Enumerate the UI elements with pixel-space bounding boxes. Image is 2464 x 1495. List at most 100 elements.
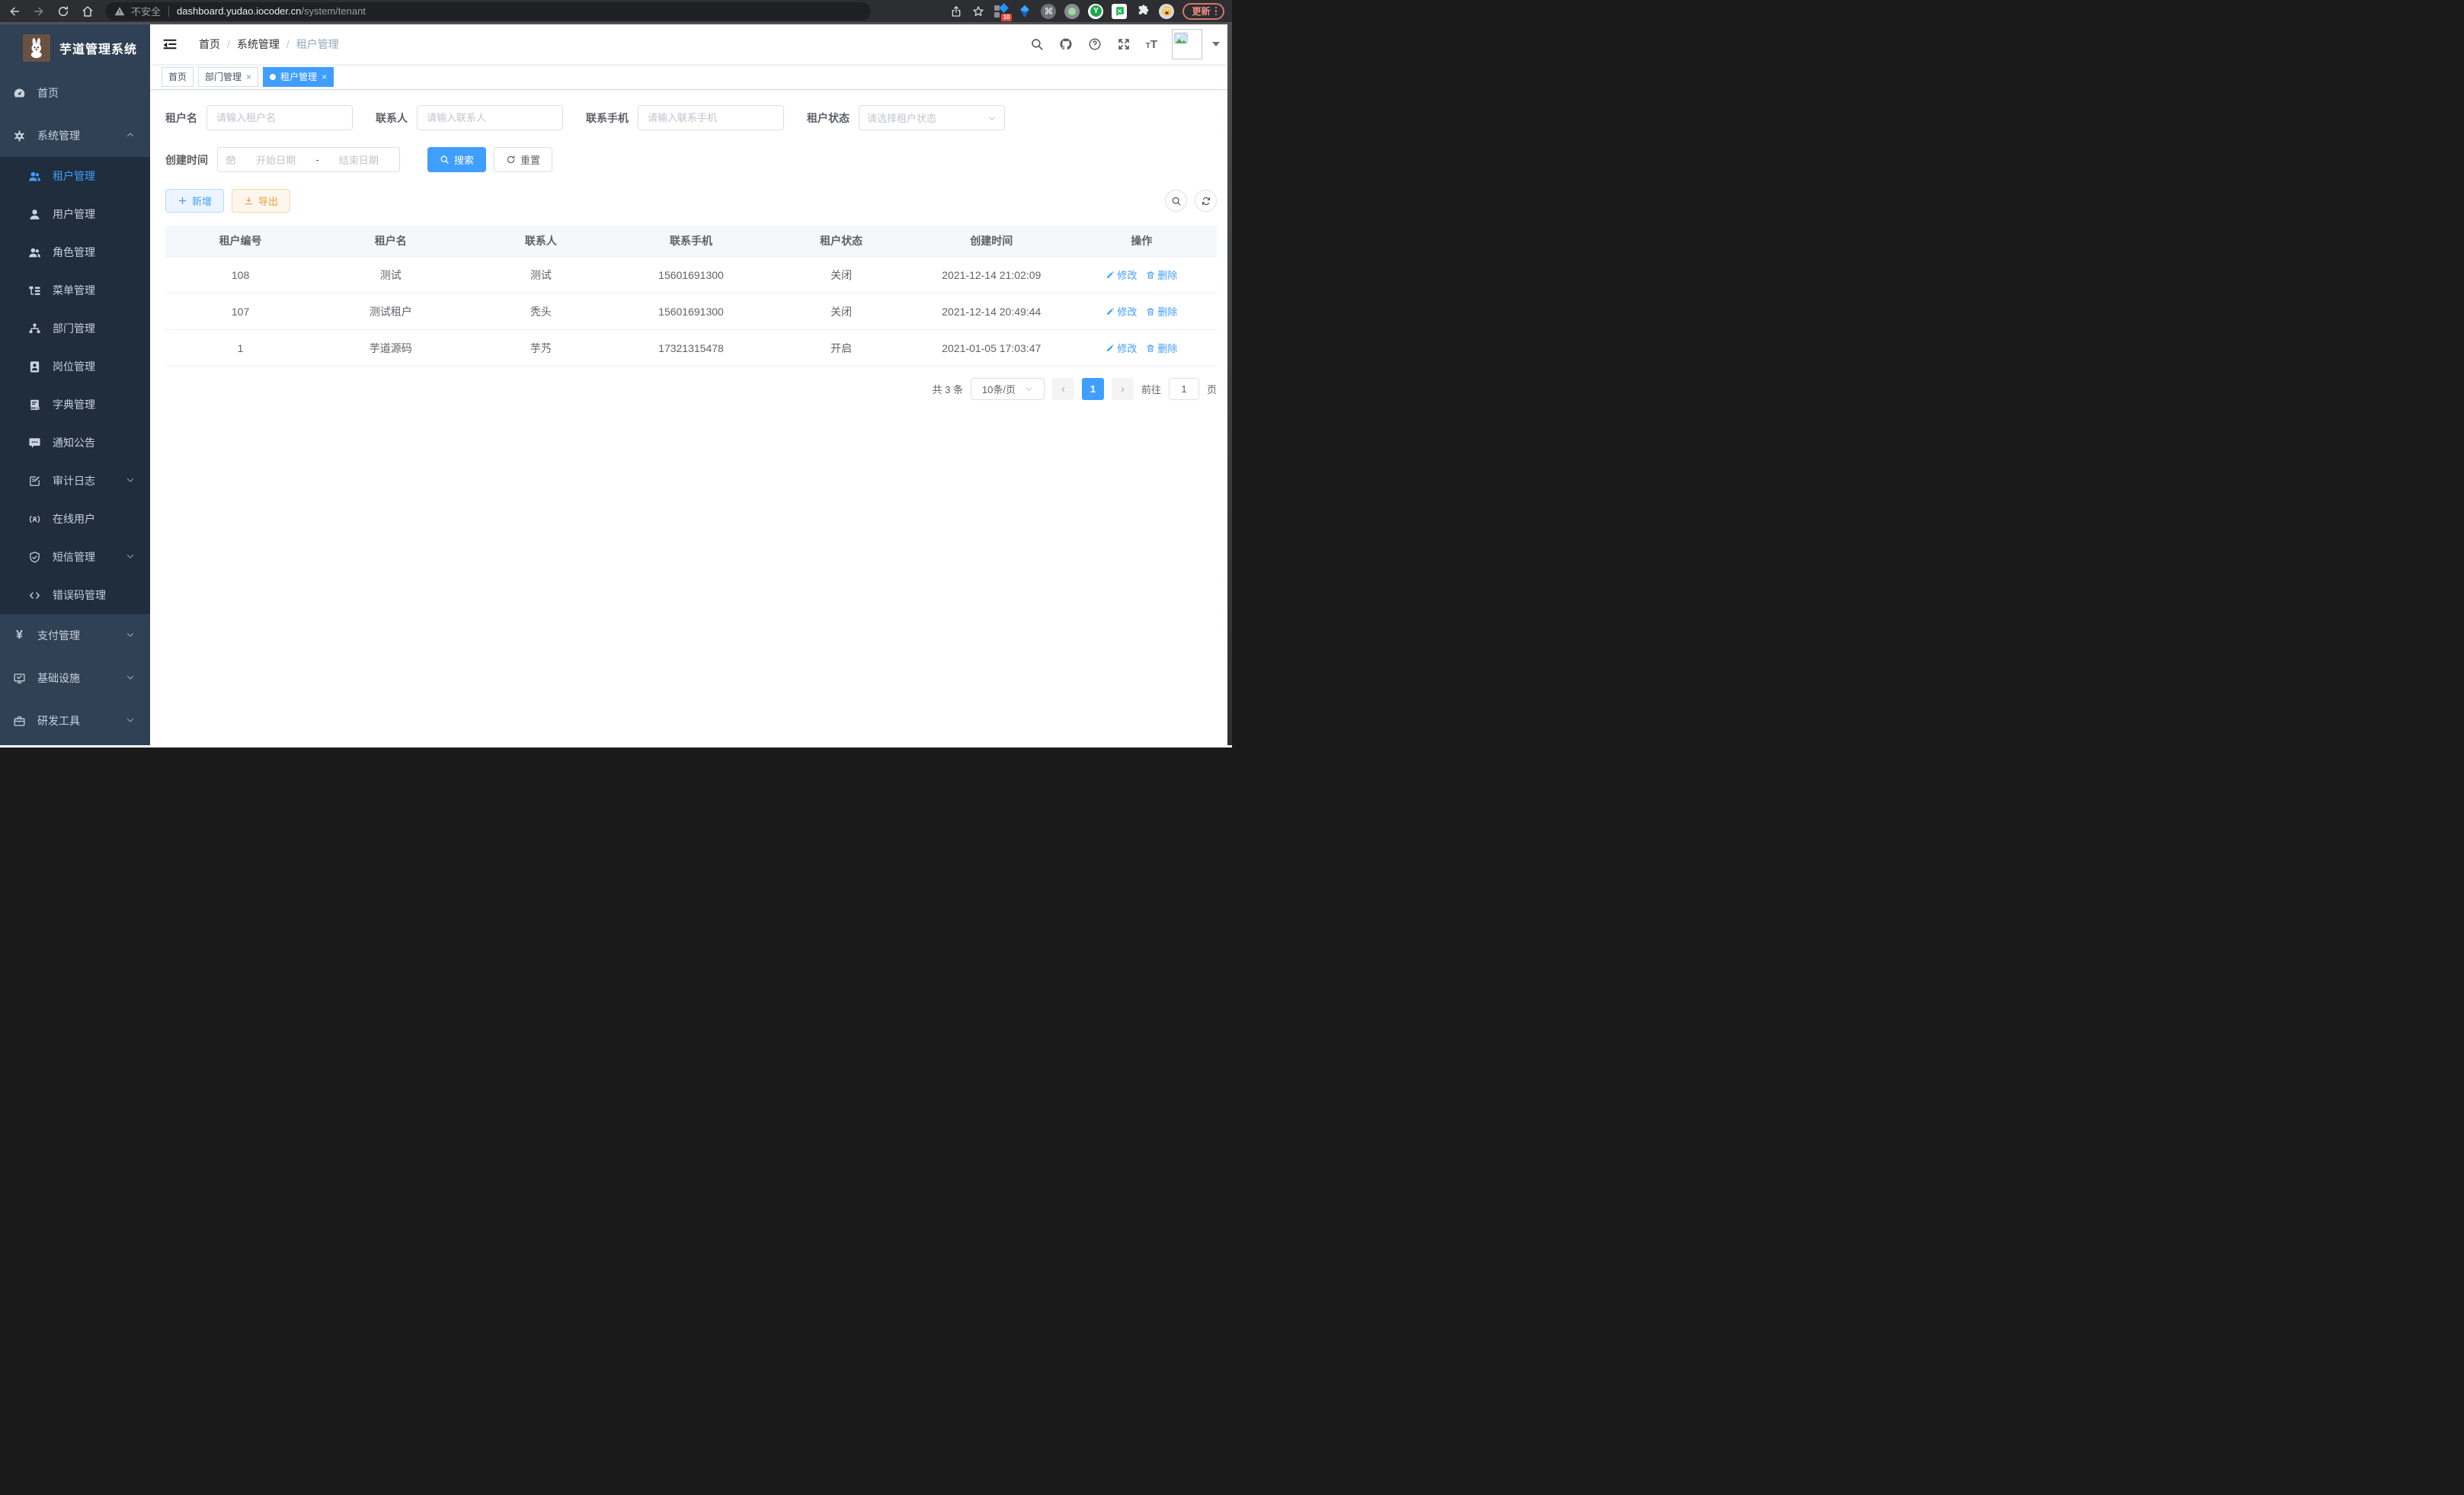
status-select[interactable]: 请选择租户状态: [859, 105, 1005, 130]
edit-pencil-icon: [1106, 307, 1115, 316]
contact-input[interactable]: [417, 105, 563, 130]
mobile-input[interactable]: [638, 105, 784, 130]
date-range-picker[interactable]: 开始日期 - 结束日期: [217, 147, 400, 172]
edit-link[interactable]: 修改: [1106, 304, 1137, 319]
navbar-actions: TT: [1030, 29, 1220, 59]
avatar-caret-icon[interactable]: [1212, 42, 1220, 46]
browser-menu-icon[interactable]: [1215, 7, 1218, 16]
export-button[interactable]: 导出: [232, 189, 290, 213]
url-path: /system/tenant: [301, 5, 366, 17]
tag-dept[interactable]: 部门管理×: [198, 67, 258, 87]
delete-link[interactable]: 删除: [1146, 304, 1177, 319]
font-size-icon[interactable]: TT: [1146, 39, 1157, 50]
address-bar[interactable]: 不安全 dashboard.yudao.iocoder.cn/system/te…: [105, 2, 871, 21]
sidebar-item-label: 用户管理: [53, 206, 95, 222]
add-button[interactable]: 新增: [165, 189, 224, 213]
sidebar-item-user[interactable]: 用户管理: [0, 195, 150, 233]
top-navbar: 首页 / 系统管理 / 租户管理 TT: [150, 24, 1232, 64]
tag-home[interactable]: 首页: [162, 67, 194, 87]
notice-message-icon: [28, 437, 41, 450]
code-icon: [28, 589, 41, 602]
search-button[interactable]: 搜索: [427, 147, 486, 172]
cell-tenant-id: 1: [165, 342, 315, 354]
sidebar-item-role[interactable]: 角色管理: [0, 233, 150, 271]
sidebar-item-label: 部门管理: [53, 321, 95, 336]
toggle-search-button[interactable]: [1165, 190, 1187, 212]
sidebar-item-infra[interactable]: 基础设施: [0, 657, 150, 699]
extension-tag-manager-icon[interactable]: 10: [994, 4, 1009, 19]
chrome-update-button[interactable]: 更新: [1182, 3, 1224, 20]
cell-created: 2021-01-05 17:03:47: [917, 342, 1067, 354]
share-icon[interactable]: [949, 5, 963, 18]
extensions-puzzle-icon[interactable]: [1135, 4, 1150, 19]
browser-back-icon[interactable]: [8, 5, 21, 18]
tag-tenant-active[interactable]: 租户管理×: [263, 67, 334, 87]
goto-page-input[interactable]: [1169, 378, 1199, 400]
sidebar-item-dept[interactable]: 部门管理: [0, 309, 150, 347]
current-page-button[interactable]: 1: [1082, 378, 1104, 400]
extension-kite-icon[interactable]: [1017, 4, 1032, 19]
window-scrollbar-edge[interactable]: [1227, 24, 1232, 745]
sidebar-submenu-system: 租户管理 用户管理 角色管理 菜单管理 部门管理: [0, 157, 150, 614]
browser-forward-icon[interactable]: [32, 5, 46, 18]
edit-link[interactable]: 修改: [1106, 267, 1137, 282]
sidebar-item-menu[interactable]: 菜单管理: [0, 271, 150, 309]
page-size-select[interactable]: 10条/页: [971, 378, 1045, 400]
prev-page-button[interactable]: ‹: [1052, 378, 1074, 400]
app-title: 芋道管理系统: [59, 39, 137, 57]
browser-home-icon[interactable]: [81, 5, 94, 18]
sidebar-item-error-code[interactable]: 错误码管理: [0, 576, 150, 614]
user-icon: [28, 208, 41, 221]
sidebar-item-audit-log[interactable]: 审计日志: [0, 462, 150, 500]
sidebar-item-pay[interactable]: ¥ 支付管理: [0, 614, 150, 657]
cell-contact: 芋艿: [466, 341, 616, 356]
tenant-name-input[interactable]: [206, 105, 353, 130]
extension-y-icon[interactable]: Y: [1088, 4, 1103, 19]
plus-icon: [178, 196, 187, 206]
status-select-placeholder: 请选择租户状态: [867, 110, 987, 125]
role-users-icon: [28, 246, 41, 259]
extension-chat-icon[interactable]: [1112, 4, 1127, 19]
sidebar-logo-row[interactable]: 芋道管理系统: [0, 24, 150, 72]
chevron-down-icon: [126, 672, 135, 684]
filter-create-time: 创建时间 开始日期 - 结束日期: [165, 147, 400, 172]
help-icon[interactable]: [1088, 37, 1102, 52]
sidebar-item-post[interactable]: 岗位管理: [0, 347, 150, 386]
extension-command-icon[interactable]: ⌘: [1041, 4, 1056, 19]
github-icon[interactable]: [1059, 37, 1074, 52]
sidebar-item-system[interactable]: 系统管理: [0, 114, 150, 157]
delete-link[interactable]: 删除: [1146, 267, 1177, 282]
sidebar-toggle-icon[interactable]: [162, 37, 178, 52]
app-frame: 芋道管理系统 首页 系统管理 租户管理 用户管理: [0, 24, 1232, 745]
security-label[interactable]: 不安全: [131, 4, 161, 18]
close-icon[interactable]: ×: [322, 72, 327, 82]
browser-reload-icon[interactable]: [56, 5, 70, 18]
refresh-table-button[interactable]: [1195, 190, 1217, 212]
bookmark-star-icon[interactable]: [971, 5, 985, 18]
breadcrumb-system[interactable]: 系统管理: [237, 37, 280, 52]
sidebar-item-tenant[interactable]: 租户管理: [0, 157, 150, 195]
column-header: 联系手机: [616, 233, 766, 248]
sidebar-item-dict[interactable]: 字典管理: [0, 386, 150, 424]
filter-label: 租户状态: [807, 110, 850, 126]
user-avatar[interactable]: [1172, 29, 1202, 59]
header-search-icon[interactable]: [1030, 37, 1045, 52]
reset-button[interactable]: 重置: [494, 147, 552, 172]
sidebar-item-home[interactable]: 首页: [0, 72, 150, 114]
sidebar-item-sms[interactable]: 短信管理: [0, 538, 150, 576]
close-icon[interactable]: ×: [246, 72, 251, 82]
edit-link[interactable]: 修改: [1106, 341, 1137, 355]
export-button-label: 导出: [258, 194, 278, 208]
cell-mobile: 17321315478: [616, 342, 766, 354]
sidebar-item-devtools[interactable]: 研发工具: [0, 699, 150, 742]
sidebar-item-online-users[interactable]: 在线用户: [0, 500, 150, 538]
profile-avatar-icon[interactable]: [1159, 4, 1174, 19]
delete-link[interactable]: 删除: [1146, 341, 1177, 355]
sidebar-item-notice[interactable]: 通知公告: [0, 424, 150, 462]
refresh-icon: [506, 155, 516, 165]
active-dot: [270, 74, 276, 80]
breadcrumb-home[interactable]: 首页: [199, 37, 220, 52]
fullscreen-icon[interactable]: [1117, 37, 1131, 52]
next-page-button[interactable]: ›: [1112, 378, 1134, 400]
extension-green-dot-icon[interactable]: [1064, 4, 1080, 19]
